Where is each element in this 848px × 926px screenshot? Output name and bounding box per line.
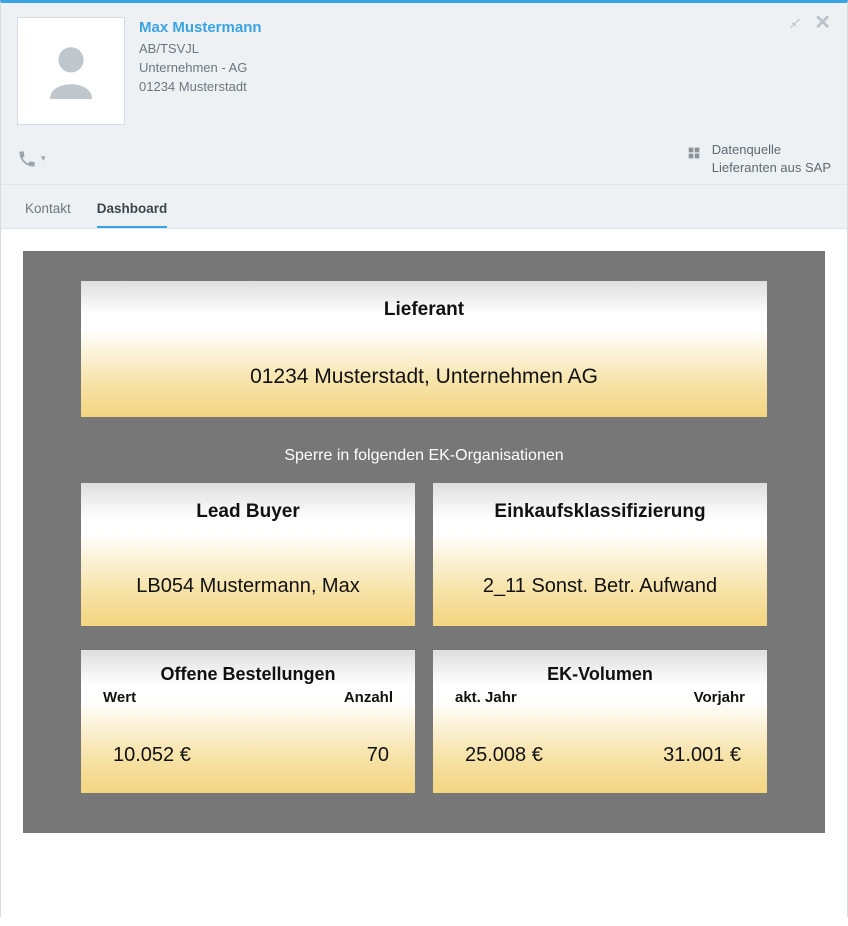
- card-einkauf-value: 2_11 Sonst. Betr. Aufwand: [447, 575, 753, 598]
- card-einkauf-title: Einkaufsklassifizierung: [447, 501, 753, 523]
- toolbar: ▾ Datenquelle Lieferanten aus SAP: [1, 135, 847, 185]
- contact-name[interactable]: Max Mustermann: [139, 19, 262, 36]
- contact-company: Unternehmen - AG: [139, 59, 262, 78]
- phone-icon: [17, 149, 37, 169]
- datasource-icon: [686, 141, 702, 166]
- volumen-col2-value: 31.001 €: [600, 744, 745, 767]
- dashboard-frame: Lieferant 01234 Musterstadt, Unternehmen…: [23, 251, 825, 833]
- volumen-col1-label: akt. Jahr: [455, 689, 600, 706]
- offene-col1-value: 10.052 €: [103, 744, 248, 767]
- datasource-label: Datenquelle: [712, 141, 831, 159]
- offene-title: Offene Bestellungen: [97, 664, 399, 685]
- volumen-title: EK-Volumen: [449, 664, 751, 685]
- volumen-col1-value: 25.008 €: [455, 744, 600, 767]
- card-lieferant-title: Lieferant: [95, 299, 753, 321]
- avatar-placeholder-icon: [36, 36, 106, 106]
- tab-bar: Kontakt Dashboard: [1, 185, 847, 229]
- card-offene-bestellungen: Offene Bestellungen Wert 10.052 € Anzahl…: [81, 650, 415, 793]
- phone-dropdown[interactable]: ▾: [17, 149, 46, 169]
- card-lead-buyer-value: LB054 Mustermann, Max: [95, 575, 401, 598]
- window-controls: ✕: [786, 15, 831, 36]
- contact-window: Max Mustermann AB/TSVJL Unternehmen - AG…: [0, 0, 848, 917]
- header: Max Mustermann AB/TSVJL Unternehmen - AG…: [1, 3, 847, 135]
- pin-icon[interactable]: [786, 15, 802, 36]
- row-bottom: Offene Bestellungen Wert 10.052 € Anzahl…: [81, 650, 767, 793]
- row-middle: Lead Buyer LB054 Mustermann, Max Einkauf…: [81, 483, 767, 626]
- avatar: [17, 17, 125, 125]
- card-lead-buyer-title: Lead Buyer: [95, 501, 401, 523]
- datasource-value: Lieferanten aus SAP: [712, 159, 831, 177]
- offene-col2-value: 70: [248, 744, 393, 767]
- sperre-text: Sperre in folgenden EK-Organisationen: [81, 447, 767, 465]
- offene-col1-label: Wert: [103, 689, 248, 706]
- card-lieferant: Lieferant 01234 Musterstadt, Unternehmen…: [81, 281, 767, 417]
- contact-info: Max Mustermann AB/TSVJL Unternehmen - AG…: [125, 17, 262, 125]
- datasource-indicator: Datenquelle Lieferanten aus SAP: [686, 141, 831, 176]
- card-ek-volumen: EK-Volumen akt. Jahr 25.008 € Vorjahr 31…: [433, 650, 767, 793]
- close-icon[interactable]: ✕: [814, 15, 831, 36]
- card-einkauf: Einkaufsklassifizierung 2_11 Sonst. Betr…: [433, 483, 767, 626]
- volumen-col2-label: Vorjahr: [600, 689, 745, 706]
- tab-kontakt[interactable]: Kontakt: [25, 195, 71, 228]
- card-lieferant-value: 01234 Musterstadt, Unternehmen AG: [95, 365, 753, 389]
- content-area: Lieferant 01234 Musterstadt, Unternehmen…: [1, 229, 847, 926]
- card-lead-buyer: Lead Buyer LB054 Mustermann, Max: [81, 483, 415, 626]
- contact-department: AB/TSVJL: [139, 40, 262, 59]
- offene-col2-label: Anzahl: [248, 689, 393, 706]
- tab-dashboard[interactable]: Dashboard: [97, 195, 168, 228]
- chevron-down-icon: ▾: [41, 153, 46, 164]
- contact-address: 01234 Musterstadt: [139, 78, 262, 97]
